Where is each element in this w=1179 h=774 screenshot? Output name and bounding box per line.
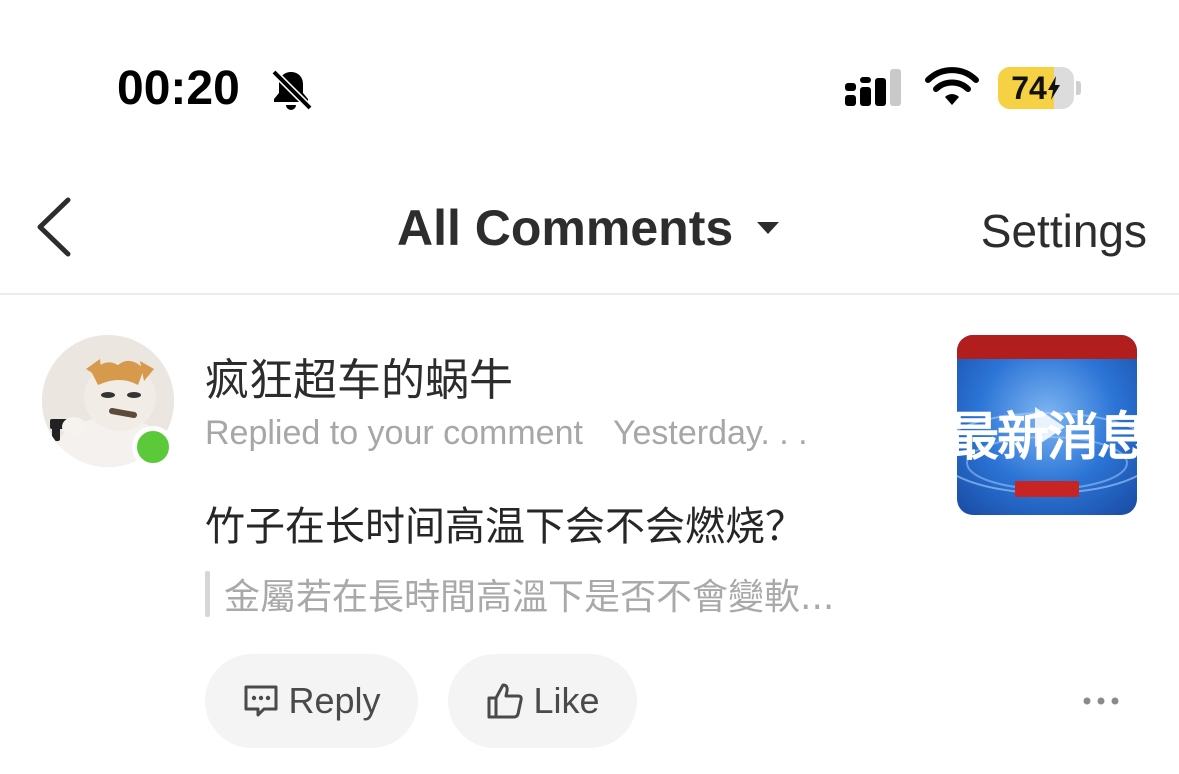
screen: 00:20 74 All Comments Settings 疯狂超车的蜗牛 R…: [0, 0, 1179, 774]
quoted-comment[interactable]: 金屬若在長時間高溫下是否不會變軟...: [205, 570, 834, 618]
chevron-left-icon[interactable]: [30, 196, 76, 258]
more-horizontal-icon[interactable]: [1082, 690, 1120, 712]
caret-down-icon: [757, 222, 780, 234]
page-title: All Comments: [397, 200, 734, 256]
status-time: 00:20: [117, 62, 240, 115]
reply-button[interactable]: Reply: [205, 654, 418, 748]
settings-button[interactable]: Settings: [981, 204, 1147, 258]
comment-text[interactable]: 竹子在长时间高温下会不会燃烧？: [205, 494, 805, 552]
like-label: Like: [533, 680, 600, 721]
wifi-icon: [925, 67, 979, 105]
thumbnail-text: 最新消息: [957, 408, 1137, 468]
bell-slash-icon: [271, 69, 313, 111]
comment-username[interactable]: 疯狂超车的蜗牛: [205, 344, 513, 408]
quote-bar: [205, 571, 210, 617]
comment-meta: Replied to your comment Yesterday. . .: [205, 414, 808, 453]
comment-bubble-icon: [244, 685, 278, 717]
battery-charging-icon: 74: [998, 67, 1082, 109]
online-status-dot: [132, 426, 174, 468]
battery-percent: 74: [1011, 69, 1047, 106]
bolt-icon: [1047, 76, 1060, 100]
quoted-comment-text: 金屬若在長時間高溫下是否不會變軟...: [224, 577, 835, 618]
comments-filter-dropdown[interactable]: All Comments: [397, 200, 781, 256]
thumbs-up-icon: [487, 683, 524, 719]
video-thumbnail[interactable]: 最新消息: [957, 335, 1137, 515]
cellular-signal-icon: [845, 69, 901, 106]
like-button[interactable]: Like: [448, 654, 637, 748]
comment-action: Replied to your comment: [205, 414, 583, 452]
reply-label: Reply: [288, 680, 381, 721]
comment-time: Yesterday. . .: [612, 414, 808, 452]
header-divider: [0, 293, 1179, 295]
